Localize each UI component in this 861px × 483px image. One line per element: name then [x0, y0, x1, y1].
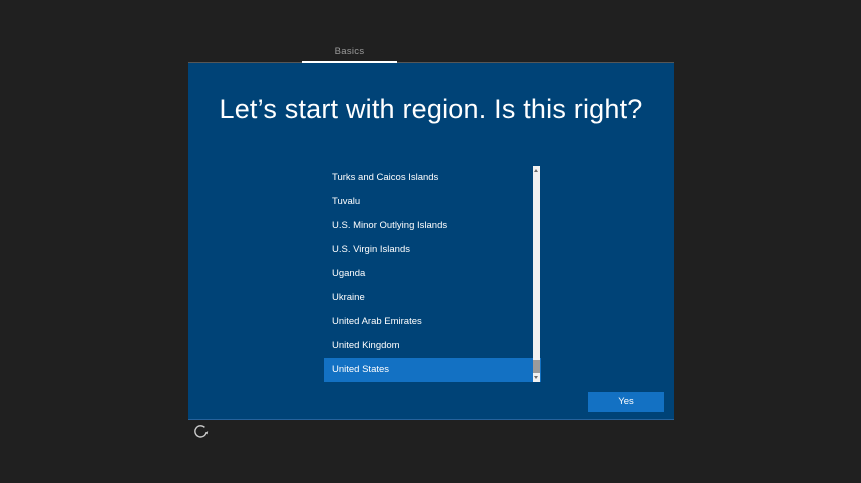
oobe-region-panel: Let’s start with region. Is this right? … [188, 63, 674, 420]
region-list-item[interactable]: U.S. Virgin Islands [324, 238, 541, 262]
region-list-item[interactable]: U.S. Minor Outlying Islands [324, 214, 541, 238]
region-list-item[interactable]: Turks and Caicos Islands [324, 166, 541, 190]
scrollbar-thumb[interactable] [533, 360, 540, 373]
region-list-item[interactable]: Uganda [324, 262, 541, 286]
region-list-item[interactable]: Tuvalu [324, 190, 541, 214]
scroll-down-icon[interactable] [534, 376, 538, 379]
scrollbar[interactable] [533, 166, 540, 382]
region-list-item[interactable]: United Kingdom [324, 334, 541, 358]
region-list-item[interactable]: United Arab Emirates [324, 310, 541, 334]
setup-step-basics: Basics [302, 45, 397, 59]
region-list-item[interactable]: Ukraine [324, 286, 541, 310]
ease-of-access-icon[interactable] [192, 424, 209, 441]
scroll-up-icon[interactable] [534, 169, 538, 172]
region-list-item[interactable]: United States [324, 358, 541, 382]
yes-button[interactable]: Yes [588, 392, 664, 412]
page-title: Let’s start with region. Is this right? [188, 94, 674, 125]
region-listbox[interactable]: Turks and Caicos IslandsTuvaluU.S. Minor… [324, 166, 541, 382]
